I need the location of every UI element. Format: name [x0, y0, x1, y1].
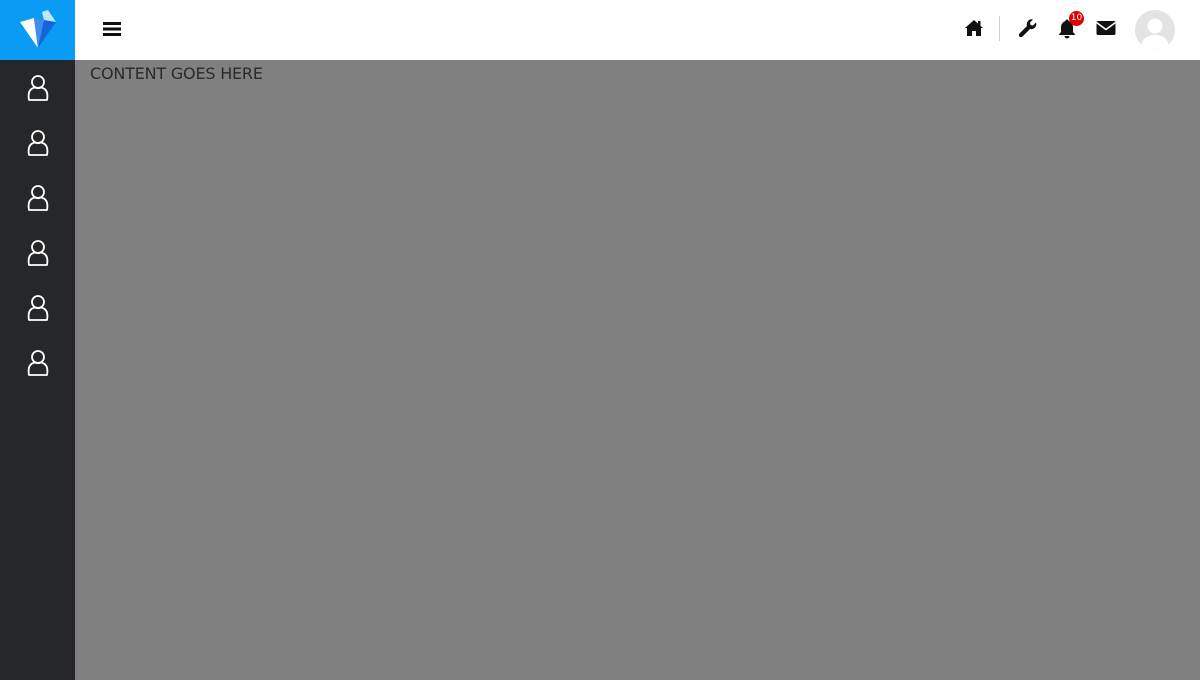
- user-icon: [27, 239, 48, 266]
- user-icon: [27, 74, 48, 101]
- notification-count-badge: 10: [1069, 11, 1084, 26]
- settings-button[interactable]: [1016, 16, 1040, 40]
- hamburger-menu-icon: [103, 22, 121, 36]
- user-icon: [27, 349, 48, 376]
- sidebar: [0, 60, 75, 680]
- user-avatar[interactable]: [1135, 10, 1175, 50]
- wrench-icon: [1018, 19, 1037, 38]
- sidebar-item-2[interactable]: [0, 115, 75, 170]
- user-icon: [27, 294, 48, 321]
- sidebar-item-1[interactable]: [0, 60, 75, 115]
- home-icon: [965, 20, 983, 36]
- avatar-icon: [1135, 10, 1175, 50]
- home-button[interactable]: [962, 16, 986, 40]
- topbar-divider: [999, 16, 1000, 41]
- menu-toggle-button[interactable]: [101, 18, 123, 40]
- diamond-logo-icon: [19, 10, 56, 48]
- main-content: CONTENT GOES HERE: [75, 60, 1200, 680]
- top-bar: 10: [75, 0, 1200, 60]
- envelope-icon: [1096, 21, 1116, 35]
- sidebar-item-3[interactable]: [0, 170, 75, 225]
- messages-button[interactable]: [1094, 16, 1118, 40]
- logo[interactable]: [0, 0, 75, 60]
- sidebar-item-6[interactable]: [0, 335, 75, 390]
- content-placeholder-text: CONTENT GOES HERE: [90, 64, 263, 83]
- user-icon: [27, 129, 48, 156]
- sidebar-item-5[interactable]: [0, 280, 75, 335]
- sidebar-item-4[interactable]: [0, 225, 75, 280]
- user-icon: [27, 184, 48, 211]
